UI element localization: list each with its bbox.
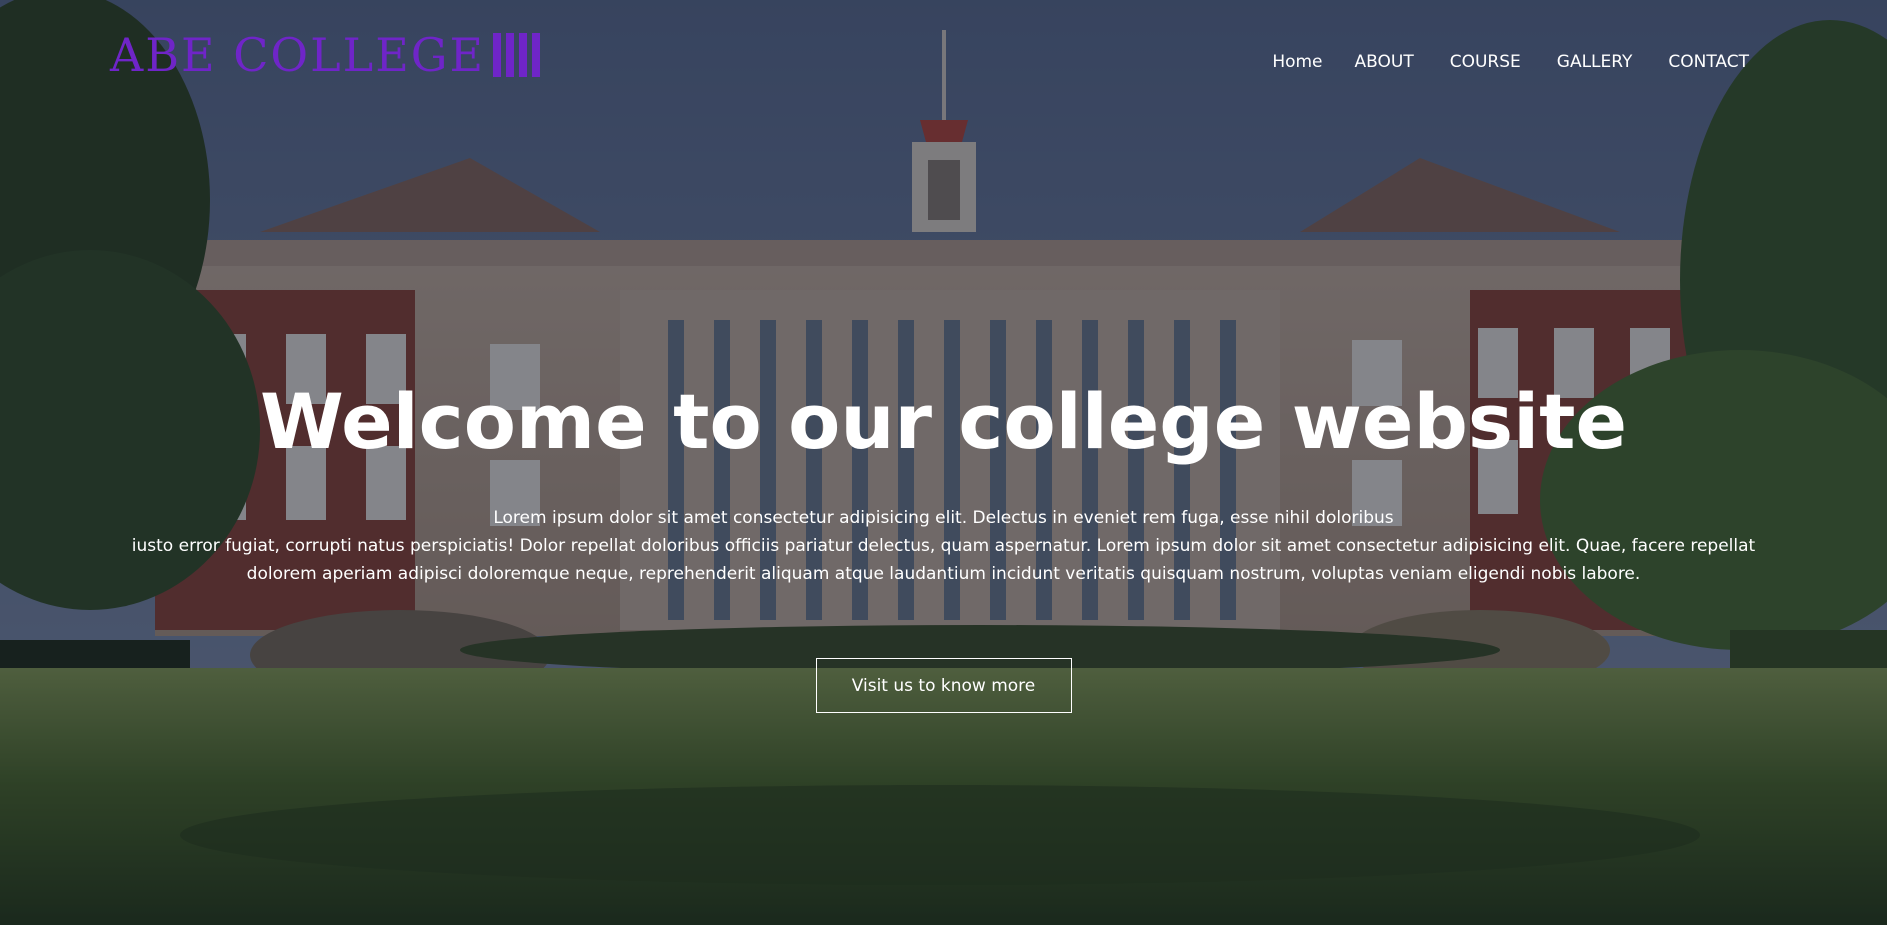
- hero-description-line: dolorem aperiam adipisci doloremque nequ…: [246, 563, 1641, 584]
- books-icon: [493, 33, 541, 77]
- hero-description-line: Lorem ipsum dolor sit amet consectetur a…: [493, 507, 1394, 528]
- hero-description-line: iusto error fugiat, corrupti natus persp…: [131, 535, 1756, 556]
- site-logo[interactable]: ABE COLLEGE: [110, 28, 541, 82]
- hero-section: ABE COLLEGE Home ABOUT COURSE GALLERY CO…: [0, 0, 1887, 925]
- nav-link-course[interactable]: COURSE: [1432, 46, 1539, 78]
- navbar: ABE COLLEGE Home ABOUT COURSE GALLERY CO…: [0, 0, 1887, 120]
- nav-item: CONTACT: [1650, 46, 1767, 78]
- nav-item: GALLERY: [1539, 46, 1651, 78]
- nav-item: Home: [1254, 46, 1336, 78]
- logo-text: ABE COLLEGE: [110, 28, 486, 82]
- hero-title: Welcome to our college website: [259, 377, 1628, 466]
- nav-link-gallery[interactable]: GALLERY: [1539, 46, 1651, 78]
- nav-link-contact[interactable]: CONTACT: [1650, 46, 1767, 78]
- nav-link-about[interactable]: ABOUT: [1337, 46, 1432, 78]
- visit-us-button[interactable]: Visit us to know more: [815, 657, 1072, 713]
- hero-content: Welcome to our college website Lorem ips…: [0, 380, 1887, 713]
- nav-item: COURSE: [1432, 46, 1539, 78]
- hero-description: Lorem ipsum dolor sit amet consectetur a…: [54, 504, 1834, 588]
- nav-item: ABOUT: [1337, 46, 1432, 78]
- nav-link-home[interactable]: Home: [1254, 46, 1336, 78]
- nav-menu: Home ABOUT COURSE GALLERY CONTACT: [1254, 46, 1767, 78]
